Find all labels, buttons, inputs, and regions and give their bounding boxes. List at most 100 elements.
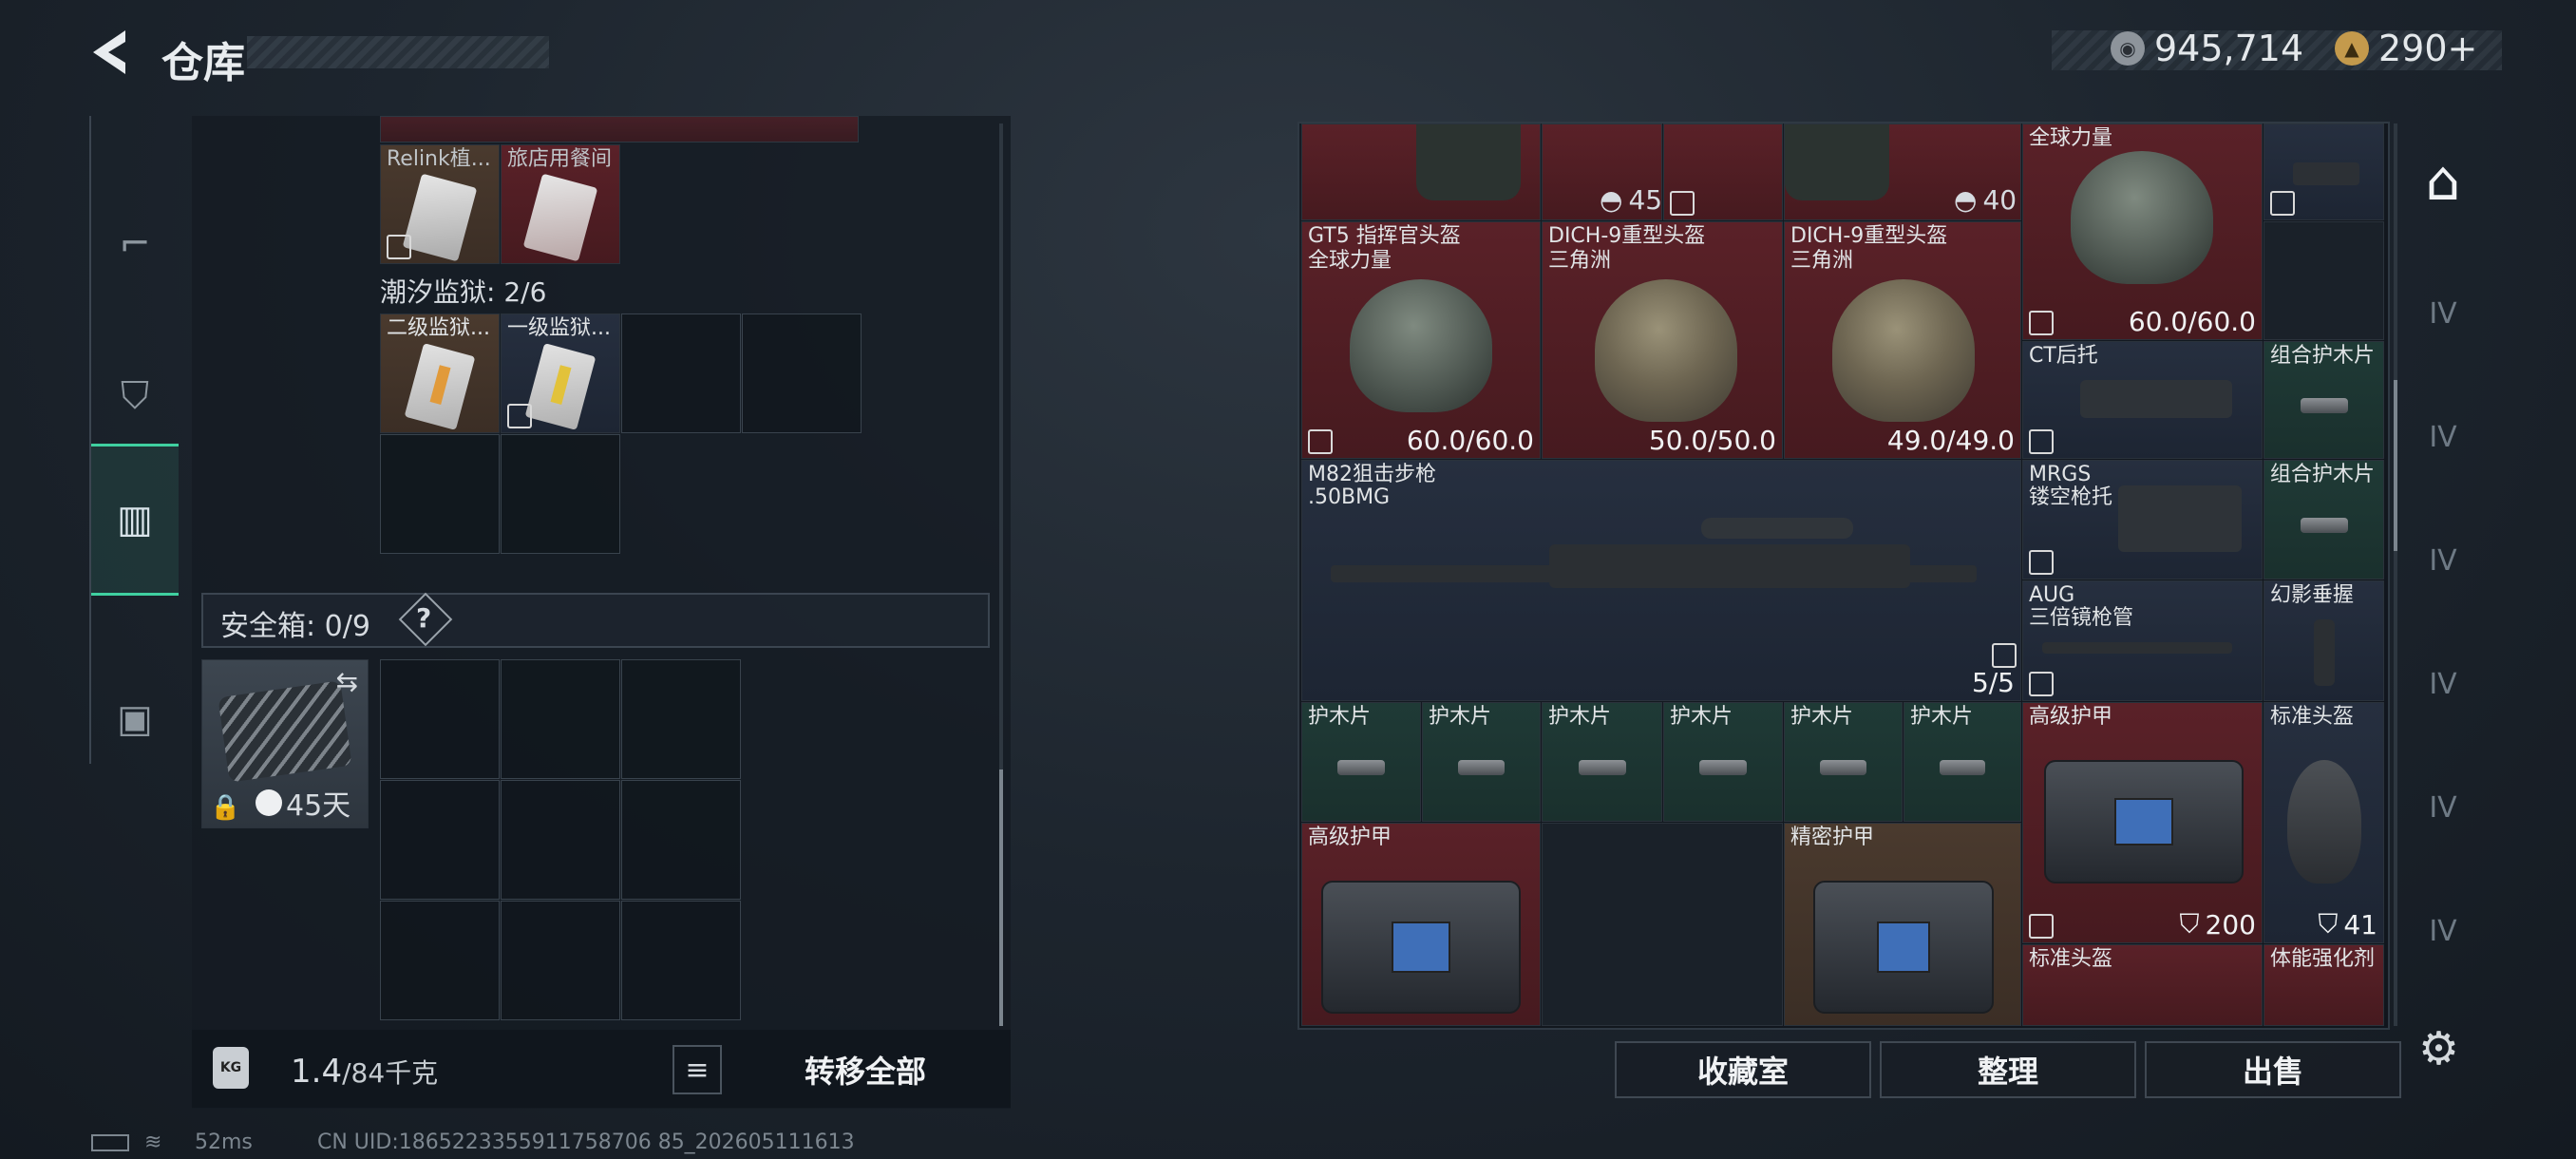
item-global-helmet[interactable]: 全球力量 60.0/60.0 — [2022, 124, 2263, 340]
empty-slot[interactable] — [380, 434, 500, 554]
sell-button[interactable]: 出售 — [2145, 1041, 2401, 1098]
item-vest-top-3[interactable]: ◓ 40 — [1784, 124, 2021, 220]
item-durability: 49.0/49.0 — [1886, 425, 2015, 456]
item-advanced-armor-1[interactable]: 高级护甲 ⛉ 200 — [2022, 702, 2263, 943]
empty-slot[interactable] — [742, 314, 862, 433]
tab-filter-2[interactable]: IV — [2405, 380, 2481, 494]
item-vest-top-1[interactable] — [1301, 124, 1541, 220]
tab-weapons[interactable]: ⌐ — [91, 168, 179, 320]
handguard-image — [1699, 759, 1747, 775]
tab-filter-1[interactable]: IV — [2405, 256, 2481, 370]
back-arrow-icon[interactable] — [87, 27, 133, 78]
barrel-image — [2042, 642, 2232, 654]
settings-gear-icon[interactable]: ⚙ — [2418, 1022, 2459, 1075]
item-standard-helmet-1[interactable]: 标准头盔 ⛉ 41 — [2263, 702, 2384, 943]
lock-icon: 🔒 — [210, 793, 241, 822]
currency-2[interactable]: ▲ 290+ — [2335, 27, 2477, 70]
empty-slot[interactable] — [621, 314, 741, 433]
safe-slot[interactable] — [380, 659, 500, 779]
safe-slot[interactable] — [380, 780, 500, 900]
swap-icon[interactable]: ⇆ — [336, 666, 358, 697]
handguard-image — [1457, 759, 1506, 775]
item-row-top[interactable] — [380, 116, 859, 142]
tab-all[interactable]: ⌂ — [2405, 124, 2481, 238]
currency-1[interactable]: ◉ 945,714 — [2111, 27, 2303, 70]
item-handguard[interactable]: 护木片 — [1542, 702, 1662, 822]
sort-button[interactable]: 整理 — [1880, 1041, 2136, 1098]
empty-slot[interactable] — [501, 434, 620, 554]
item-handguard[interactable]: 护木片 — [1422, 702, 1541, 822]
item-name: 幻影垂握 — [2270, 583, 2355, 607]
tab-vest[interactable]: ▥ — [91, 444, 179, 596]
tab-filter-5[interactable]: IV — [2405, 750, 2481, 864]
empty-slot[interactable] — [2263, 221, 2384, 340]
uid-text: CN UID:1865223355911758706 85_2026051116… — [317, 1130, 855, 1154]
item-standard-helmet-2[interactable]: 标准头盔 — [2022, 944, 2263, 1026]
item-value: 40 — [1982, 184, 2017, 216]
item-scope-top[interactable] — [2263, 124, 2384, 220]
safe-slot[interactable] — [380, 901, 500, 1020]
item-dich9-helmet-2[interactable]: DICH-9重型头盔 三角洲 49.0/49.0 — [1784, 221, 2021, 459]
item-aug-barrel[interactable]: AUG 三倍镜枪管 — [2022, 580, 2263, 701]
gun-icon: ⌐ — [119, 222, 151, 266]
tab-briefcase[interactable]: ▣ — [91, 643, 179, 795]
item-restaurant-key[interactable]: 旅店用餐间 — [501, 144, 620, 264]
item-handguard-combo-1[interactable]: 组合护木片 — [2263, 341, 2384, 459]
item-durability: 60.0/60.0 — [2128, 306, 2256, 337]
filter-icon: IV — [2429, 667, 2457, 701]
item-dich9-helmet-1[interactable]: DICH-9重型头盔 三角洲 50.0/50.0 — [1542, 221, 1783, 459]
item-handguard[interactable]: 护木片 — [1904, 702, 2021, 822]
item-precision-armor[interactable]: 精密护甲 — [1784, 823, 2021, 1026]
empty-slot[interactable] — [1542, 823, 1783, 1026]
left-category-tabs: ⌐ ⛉ ▥ ▣ — [89, 116, 186, 764]
armor-image — [1321, 881, 1521, 1014]
transfer-all-button[interactable]: 转移全部 — [731, 1041, 999, 1098]
right-scrollbar-thumb[interactable] — [2394, 380, 2397, 551]
collection-room-button[interactable]: 收藏室 — [1615, 1041, 1871, 1098]
tab-filter-6[interactable]: IV — [2405, 874, 2481, 988]
scope-image — [2293, 162, 2359, 185]
no-tag-icon — [1992, 643, 2017, 668]
tab-filter-4[interactable]: IV — [2405, 627, 2481, 741]
item-handguard[interactable]: 护木片 — [1784, 702, 1903, 822]
item-ct-stock[interactable]: CT后托 — [2022, 341, 2263, 459]
handguard-image — [2300, 397, 2348, 413]
safe-slot[interactable] — [621, 659, 741, 779]
safe-slot[interactable] — [501, 659, 620, 779]
item-name: 护木片 — [1548, 705, 1612, 729]
item-vest-top-1b[interactable]: ◓ 45 — [1542, 124, 1662, 220]
safe-slot[interactable] — [501, 780, 620, 900]
item-advanced-armor-2[interactable]: 高级护甲 — [1301, 823, 1541, 1026]
title-decoration — [247, 36, 549, 68]
right-scrollbar-track[interactable] — [2394, 124, 2397, 1026]
item-m82-rifle[interactable]: M82狙击步枪 .50BMG 5/5 — [1301, 460, 2021, 701]
item-name: 护木片 — [1790, 705, 1854, 729]
safe-slot[interactable] — [501, 901, 620, 1020]
prison-label: 潮汐监狱: 2/6 — [380, 276, 547, 308]
item-gt5-helmet[interactable]: GT5 指挥官头盔 全球力量 60.0/60.0 — [1301, 221, 1541, 459]
item-durability: 50.0/50.0 — [1648, 425, 1776, 456]
item-handguard[interactable]: 护木片 — [1663, 702, 1783, 822]
keycard-image — [522, 173, 598, 262]
item-handguard-combo-2[interactable]: 组合护木片 — [2263, 460, 2384, 580]
item-durability: 60.0/60.0 — [1406, 425, 1534, 456]
item-vest-top-2[interactable] — [1663, 124, 1783, 220]
item-handguard[interactable]: 护木片 — [1301, 702, 1421, 822]
item-phantom-grip[interactable]: 幻影垂握 — [2263, 580, 2384, 701]
item-mrgs-stock[interactable]: MRGS 镂空枪托 — [2022, 460, 2263, 580]
list-icon[interactable]: ≡ — [672, 1045, 722, 1094]
safe-slot[interactable] — [621, 780, 741, 900]
safe-slot[interactable] — [621, 901, 741, 1020]
scrollbar-thumb[interactable] — [999, 770, 1003, 1026]
item-prison-key-2[interactable]: 二级监狱... — [380, 314, 500, 433]
item-prison-key-1[interactable]: 一级监狱... — [501, 314, 620, 433]
item-relink-key[interactable]: Relink植... — [380, 144, 500, 264]
safe-box-item[interactable]: ⇆ 🔒 45天 — [201, 659, 369, 828]
tab-filter-3[interactable]: IV — [2405, 504, 2481, 618]
item-name: MRGS — [2029, 463, 2092, 486]
item-stim[interactable]: 体能强化剂 — [2263, 944, 2384, 1026]
item-subname: 三角洲 — [1548, 249, 1612, 273]
item-name: 标准头盔 — [2270, 705, 2355, 729]
filter-icon: IV — [2429, 296, 2457, 331]
item-name: 护木片 — [1429, 705, 1492, 729]
